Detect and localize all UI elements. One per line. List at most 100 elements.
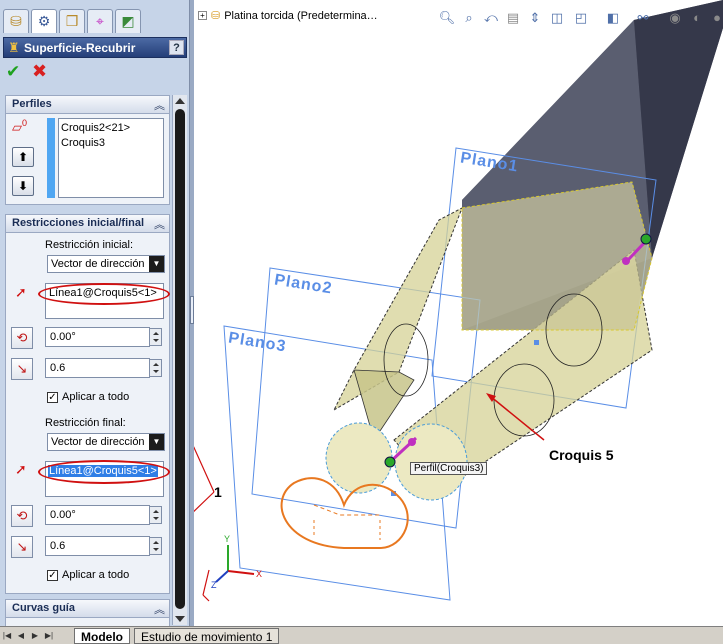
apply-scene-icon[interactable]: ◉ bbox=[666, 9, 684, 27]
arrow-down-icon: ⬇ bbox=[17, 179, 29, 193]
connector-point[interactable] bbox=[640, 233, 652, 245]
help-button[interactable]: ? bbox=[169, 40, 184, 55]
dimxpert-icon: ⌖ bbox=[96, 13, 104, 29]
tab-modelo[interactable]: Modelo bbox=[74, 628, 130, 644]
collapse-chevron-icon[interactable]: ︽ bbox=[154, 97, 165, 113]
constraints-section: Restricciones inicial/final ︽ Restricció… bbox=[5, 214, 170, 594]
end-length-field[interactable]: 0.6 bbox=[45, 536, 150, 556]
section-view-icon[interactable]: ▤ bbox=[504, 9, 522, 27]
edit-appearance-icon[interactable]: ⚯ bbox=[634, 9, 652, 27]
first-tab-icon[interactable]: |◀ bbox=[2, 630, 12, 641]
triad-x-label: X bbox=[256, 569, 263, 579]
previous-tab-icon[interactable]: ◀ bbox=[16, 630, 26, 641]
end-length-spinner[interactable] bbox=[149, 537, 162, 555]
collapse-chevron-icon[interactable]: ︽ bbox=[154, 216, 165, 232]
property-manager-scrollbar[interactable] bbox=[172, 95, 187, 625]
end-apply-all-checkbox[interactable]: ✓ bbox=[47, 570, 58, 581]
annotation-arrow bbox=[202, 594, 210, 602]
feature-manager-icon: ⛁ bbox=[10, 13, 22, 29]
part-name[interactable]: Platina torcida (Predetermina… bbox=[224, 10, 377, 22]
expand-icon[interactable]: + bbox=[198, 11, 207, 20]
profile-ellipse-left[interactable] bbox=[325, 422, 393, 494]
render-tools-icon[interactable]: ● bbox=[708, 9, 723, 27]
cancel-button[interactable]: ✖ bbox=[32, 61, 47, 82]
property-manager-icon: ⚙ bbox=[37, 13, 51, 29]
guide-curves-section-header[interactable]: Curvas guía ︽ bbox=[6, 600, 169, 618]
start-constraint-dropdown[interactable]: Vector de dirección ▼ bbox=[47, 255, 165, 273]
chevron-down-icon[interactable]: ▼ bbox=[149, 434, 164, 450]
tab-motion-study[interactable]: Estudio de movimiento 1 bbox=[134, 628, 280, 644]
move-down-button[interactable]: ⬇ bbox=[12, 176, 34, 196]
property-manager-panel: ⛁ ⚙ ❒ ⌖ ◩ ♜ Superficie-Recubrir ? ✔ ✖ Pe… bbox=[0, 0, 190, 626]
scroll-down-icon[interactable] bbox=[175, 616, 185, 622]
profiles-section: Perfiles ︽ ▱0 Croquis2<21> Croquis3 ⬆ ⬇ bbox=[5, 95, 170, 205]
feature-manager-tab[interactable]: ⛁ bbox=[3, 9, 29, 33]
display-manager-icon: ◩ bbox=[121, 13, 135, 29]
view-orientation-icon[interactable]: ◫ bbox=[548, 9, 566, 27]
loft-surface-body[interactable] bbox=[461, 181, 653, 331]
constraints-section-header[interactable]: Restricciones inicial/final ︽ bbox=[6, 215, 169, 233]
direction-vector-icon: ➚ bbox=[15, 284, 27, 300]
chevron-down-icon[interactable]: ▼ bbox=[149, 256, 164, 272]
end-angle-spinner[interactable] bbox=[149, 506, 162, 524]
dynamic-annotation-icon[interactable]: ⇕ bbox=[526, 9, 544, 27]
start-length-field[interactable]: 0.6 bbox=[45, 358, 150, 378]
end-constraint-value: Vector de dirección bbox=[51, 436, 145, 448]
annotation-arrow bbox=[202, 569, 210, 596]
end-constraint-dropdown[interactable]: Vector de dirección ▼ bbox=[47, 433, 165, 451]
profiles-list[interactable]: Croquis2<21> Croquis3 bbox=[58, 118, 164, 198]
profile-icon-badge: 0 bbox=[22, 118, 28, 128]
list-item[interactable]: Croquis3 bbox=[61, 137, 105, 149]
last-tab-icon[interactable]: ▶| bbox=[44, 630, 54, 641]
end-apply-all-label: Aplicar a todo bbox=[62, 569, 130, 581]
end-angle-field[interactable]: 0.00° bbox=[45, 505, 150, 525]
selection-color-strip bbox=[47, 118, 55, 198]
bottom-tab-bar: |◀ ◀ ▶ ▶| Modelo Estudio de movimiento 1 bbox=[0, 626, 723, 644]
tangent-length-icon[interactable]: ↘ bbox=[11, 358, 33, 380]
scroll-up-icon[interactable] bbox=[175, 98, 185, 104]
reverse-direction-icon[interactable]: ⟲ bbox=[11, 327, 33, 349]
property-manager-tab[interactable]: ⚙ bbox=[31, 9, 57, 33]
model-view[interactable] bbox=[194, 0, 723, 626]
dimxpert-tab[interactable]: ⌖ bbox=[87, 9, 113, 33]
collapse-chevron-icon[interactable]: ︽ bbox=[154, 601, 165, 617]
display-style-icon[interactable]: ◰ bbox=[572, 9, 590, 27]
start-angle-spinner[interactable] bbox=[149, 328, 162, 346]
loft-surface-icon: ♜ bbox=[8, 40, 20, 55]
start-angle-field[interactable]: 0.00° bbox=[45, 327, 150, 347]
next-tab-icon[interactable]: ▶ bbox=[30, 630, 40, 641]
property-manager-title-bar: ♜ Superficie-Recubrir ? bbox=[3, 37, 187, 58]
zoom-to-area-icon[interactable]: ⌕ bbox=[460, 9, 478, 27]
previous-view-icon[interactable]: ⤺ bbox=[482, 9, 500, 27]
connector-point[interactable] bbox=[384, 456, 396, 468]
display-manager-tab[interactable]: ◩ bbox=[115, 9, 141, 33]
connector-tip[interactable] bbox=[622, 257, 630, 265]
annotation-ellipse bbox=[38, 283, 170, 305]
feature-tree-root[interactable]: + ⛁ Platina torcida (Predetermina… bbox=[198, 9, 378, 22]
zoom-to-fit-icon[interactable]: 🔍︎ bbox=[438, 9, 456, 27]
configuration-manager-icon: ❒ bbox=[65, 13, 79, 29]
list-item[interactable]: Croquis2<21> bbox=[61, 122, 130, 134]
profiles-section-header[interactable]: Perfiles ︽ bbox=[6, 96, 169, 114]
annotation-ellipse bbox=[38, 460, 170, 484]
constraints-section-title: Restricciones inicial/final bbox=[12, 217, 145, 229]
view-settings-icon[interactable]: ◐ bbox=[688, 9, 706, 27]
ok-button[interactable]: ✔ bbox=[6, 62, 20, 82]
tangent-length-icon[interactable]: ↘ bbox=[11, 536, 33, 558]
profile-selection-icon: ▱0 bbox=[12, 118, 28, 135]
start-apply-all-checkbox[interactable]: ✓ bbox=[47, 392, 58, 403]
guide-curves-section-title: Curvas guía bbox=[12, 602, 75, 614]
graphics-area[interactable]: Plano1 Plano2 Plano3 Perfil(Croquis3) Cr… bbox=[194, 0, 723, 626]
configuration-manager-tab[interactable]: ❒ bbox=[59, 9, 85, 33]
reverse-direction-icon[interactable]: ⟲ bbox=[11, 505, 33, 527]
guide-curves-section: Curvas guía ︽ bbox=[5, 599, 170, 626]
connector-tip[interactable] bbox=[408, 438, 416, 446]
part-icon: ⛁ bbox=[211, 10, 221, 22]
move-up-button[interactable]: ⬆ bbox=[12, 147, 34, 167]
start-length-spinner[interactable] bbox=[149, 359, 162, 377]
control-handle[interactable] bbox=[534, 340, 539, 345]
hide-show-items-icon[interactable]: ◧ bbox=[604, 9, 622, 27]
triad-y-label: Y bbox=[224, 534, 231, 544]
manager-tabs: ⛁ ⚙ ❒ ⌖ ◩ bbox=[0, 0, 189, 36]
scrollbar-thumb[interactable] bbox=[175, 109, 185, 609]
